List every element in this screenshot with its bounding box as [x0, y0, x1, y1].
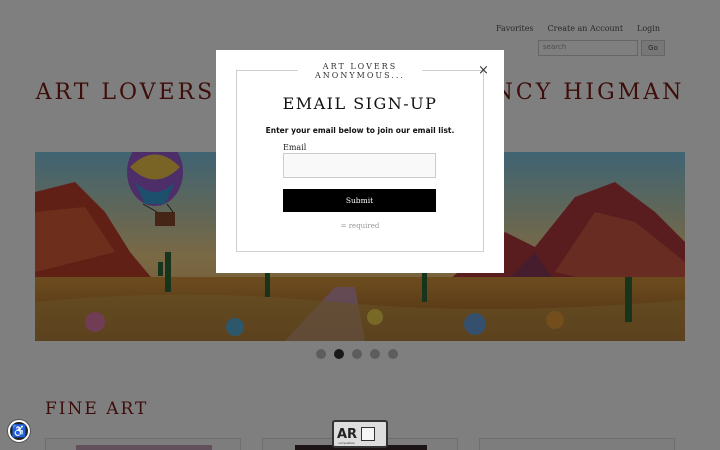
required-note: = required	[340, 222, 380, 230]
ar-label: AR	[337, 426, 358, 442]
picture-icon	[361, 427, 376, 441]
accessibility-icon[interactable]: ♿	[8, 420, 30, 442]
ar-compatible-badge[interactable]: AR compatible	[332, 420, 388, 448]
close-button[interactable]: ×	[478, 63, 489, 78]
email-signup-modal: ART LOVERS ANONYMOUS... × EMAIL SIGN-UP …	[216, 50, 504, 273]
email-label: Email	[283, 143, 307, 152]
email-field[interactable]	[283, 153, 436, 178]
modal-brand: ART LOVERS ANONYMOUS...	[298, 62, 422, 80]
modal-description: Enter your email below to join our email…	[265, 126, 455, 135]
modal-heading: EMAIL SIGN-UP	[282, 94, 438, 113]
submit-button[interactable]: Submit	[283, 189, 436, 212]
ar-sub-label: compatible	[338, 441, 355, 445]
